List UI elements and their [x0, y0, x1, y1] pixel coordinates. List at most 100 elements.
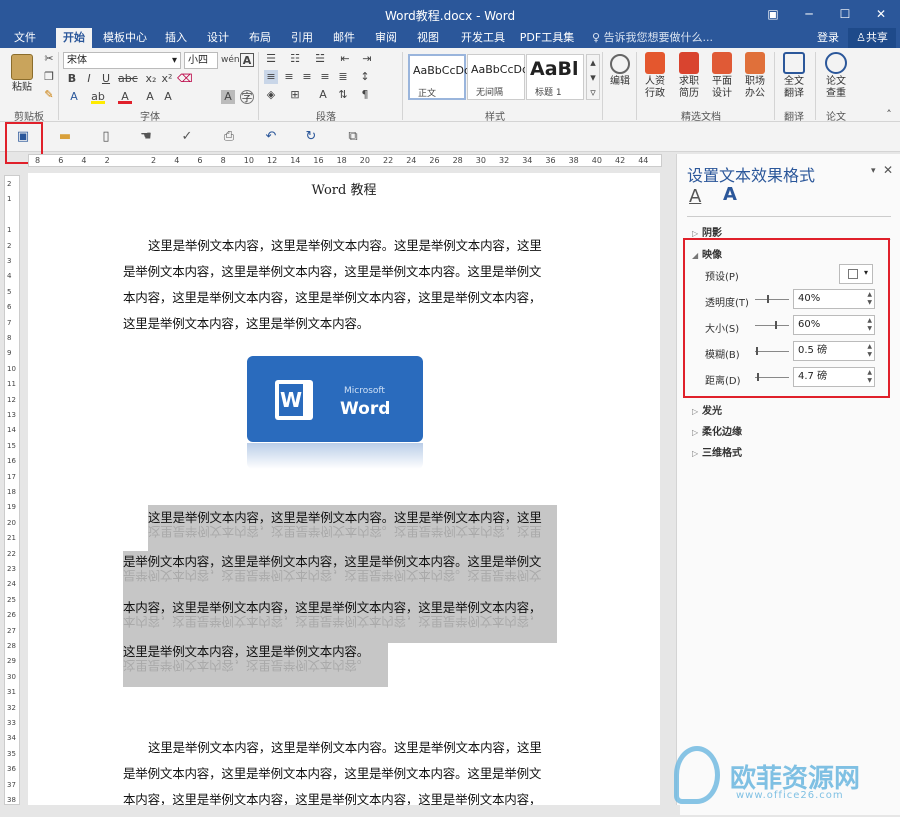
style-no-spacing[interactable]: AaBbCcDd 无间隔: [467, 54, 525, 100]
pane-close-icon[interactable]: ✕: [883, 163, 893, 177]
numbering-icon[interactable]: ☷: [288, 52, 302, 66]
text-effects-tab-icon[interactable]: A: [723, 184, 737, 205]
show-marks-icon[interactable]: ¶: [358, 88, 372, 102]
styles-scroll-icon[interactable]: ▴ ▾ ▿: [586, 54, 600, 100]
tab-developer[interactable]: 开发工具: [455, 28, 511, 48]
template-design-button[interactable]: 平面 设计: [707, 52, 737, 100]
vertical-ruler[interactable]: 2 1 1 2 3 4 5 6 7 8 9 10 11 12 13 14 15 16 17 18 19 20 21 22 23 2…: [4, 175, 20, 805]
font-color-icon[interactable]: A: [118, 90, 132, 104]
full-translate-button[interactable]: 全文 翻译: [778, 52, 810, 100]
highlight-icon[interactable]: ab: [91, 90, 105, 104]
vruler-tick-label: 5: [7, 287, 12, 296]
tab-mailings[interactable]: 邮件: [326, 28, 362, 48]
tab-layout[interactable]: 布局: [242, 28, 278, 48]
tab-file[interactable]: 文件: [6, 28, 44, 48]
font-size-select[interactable]: 小四: [184, 52, 218, 69]
section-soft-edges[interactable]: ▷ 柔化边缘: [692, 423, 742, 438]
sort-icon[interactable]: ⇅: [336, 88, 350, 102]
grow-font-icon[interactable]: A: [161, 90, 175, 104]
tab-insert[interactable]: 插入: [158, 28, 194, 48]
borders-icon[interactable]: ⊞: [288, 88, 302, 102]
word-logo-image[interactable]: W Microsoft Word: [247, 356, 423, 442]
tab-template-center[interactable]: 模板中心: [98, 28, 152, 48]
char-border-icon[interactable]: A: [240, 53, 254, 67]
new-document-icon[interactable]: ▯: [97, 128, 115, 146]
login-link[interactable]: 登录: [812, 28, 844, 48]
font-name-select[interactable]: 宋体 ▾: [63, 52, 181, 69]
paper-check-button[interactable]: 论文 查重: [820, 52, 852, 100]
collapse-ribbon-icon[interactable]: ˄: [882, 108, 896, 122]
vruler-tick-label: 26: [7, 611, 16, 620]
format-painter-icon[interactable]: ✎: [42, 88, 56, 102]
template-hr-button[interactable]: 人资 行政: [640, 52, 670, 100]
maximize-button[interactable]: ☐: [828, 0, 862, 28]
enclose-char-icon[interactable]: 字: [240, 90, 254, 104]
section-glow[interactable]: ▷ 发光: [692, 402, 722, 417]
ruler-tick-label: 40: [591, 156, 602, 165]
chinese-layout-icon[interactable]: A: [316, 88, 330, 102]
redo-icon[interactable]: ↻: [302, 128, 320, 146]
cut-icon[interactable]: ✂: [42, 52, 56, 66]
open-folder-icon[interactable]: ▬: [56, 128, 74, 146]
italic-icon[interactable]: I: [82, 72, 96, 86]
bold-icon[interactable]: B: [65, 72, 79, 86]
justify-icon[interactable]: ≡: [318, 70, 332, 84]
tab-pdf-tools[interactable]: PDF工具集: [516, 28, 578, 48]
char-shading-icon[interactable]: A: [221, 90, 235, 104]
tab-references[interactable]: 引用: [284, 28, 320, 48]
clear-format-icon[interactable]: ⌫: [177, 72, 193, 86]
align-left-icon[interactable]: ≡: [264, 70, 278, 84]
style-heading-1[interactable]: AaBl 标题 1: [526, 54, 584, 100]
line-spacing-icon[interactable]: ↕: [358, 70, 372, 84]
superscript-icon[interactable]: x²: [160, 72, 174, 86]
text-effects-icon[interactable]: A: [67, 90, 81, 104]
ribbon-display-icon[interactable]: ▣: [756, 0, 790, 28]
paragraph-2-selected[interactable]: 这里是举例文本内容，这里是举例文本内容。这里是举例文本内容，这里 这里是举例文本…: [123, 507, 559, 687]
edit-button[interactable]: 编辑: [605, 54, 635, 88]
screen-capture-icon[interactable]: ⧉: [344, 128, 362, 146]
copy-icon[interactable]: ❐: [42, 70, 56, 84]
separator: [636, 52, 637, 120]
text-fill-outline-icon[interactable]: A: [689, 186, 701, 207]
style-name: 无间隔: [476, 88, 504, 98]
increase-indent-icon[interactable]: ⇥: [360, 52, 374, 66]
shrink-font-icon[interactable]: A: [143, 90, 157, 104]
undo-icon[interactable]: ↶: [262, 128, 280, 146]
horizontal-ruler[interactable]: 8 6 4 2 2 4 6 8 10 12 14 16 18 20 22 24 26 28 30 32 34 36 38 40…: [28, 154, 662, 167]
pane-options-icon[interactable]: ▾: [871, 166, 876, 176]
strikethrough-icon[interactable]: abc: [118, 72, 138, 86]
text-line: 本内容，这里是举例文本内容，这里是举例文本内容，这里是举例文本内容，: [123, 290, 542, 305]
multilevel-list-icon[interactable]: ☱: [313, 52, 327, 66]
tab-view[interactable]: 视图: [410, 28, 446, 48]
print-preview-icon[interactable]: ⎙: [220, 128, 238, 146]
bullets-icon[interactable]: ☰: [264, 52, 278, 66]
template-office-button[interactable]: 职场 办公: [740, 52, 770, 100]
tab-design[interactable]: 设计: [200, 28, 236, 48]
separator: [815, 52, 816, 120]
style-name: 标题 1: [535, 88, 562, 98]
shading-icon[interactable]: ◈: [264, 88, 278, 102]
subscript-icon[interactable]: x₂: [144, 72, 158, 86]
change-case-icon[interactable]: wén: [221, 53, 240, 67]
document-page[interactable]: Word 教程 这里是举例文本内容，这里是举例文本内容。这里是举例文本内容，这里…: [28, 173, 660, 815]
section-label: 柔化边缘: [702, 427, 742, 438]
share-button[interactable]: ♙共享: [848, 28, 896, 48]
paste-button[interactable]: 粘贴: [6, 54, 38, 94]
tab-home[interactable]: 开始: [56, 28, 92, 48]
template-resume-button[interactable]: 求职 简历: [674, 52, 704, 100]
minimize-button[interactable]: ─: [792, 0, 826, 28]
spelling-icon[interactable]: ✓: [178, 128, 196, 146]
tell-me-search[interactable]: ♀ 告诉我您想要做什么...: [592, 28, 752, 48]
close-button[interactable]: ✕: [864, 0, 898, 28]
underline-icon[interactable]: U: [99, 72, 113, 86]
section-3d-format[interactable]: ▷ 三维格式: [692, 444, 742, 459]
decrease-indent-icon[interactable]: ⇤: [338, 52, 352, 66]
section-shadow[interactable]: ▷ 阴影: [692, 224, 722, 239]
align-right-icon[interactable]: ≡: [300, 70, 314, 84]
touch-mode-icon[interactable]: ☚: [137, 128, 155, 146]
vruler-tick-label: 2: [7, 241, 12, 250]
tab-review[interactable]: 审阅: [368, 28, 404, 48]
style-normal[interactable]: AaBbCcDd 正文: [408, 54, 467, 100]
align-center-icon[interactable]: ≡: [282, 70, 296, 84]
distributed-icon[interactable]: ≣: [336, 70, 350, 84]
